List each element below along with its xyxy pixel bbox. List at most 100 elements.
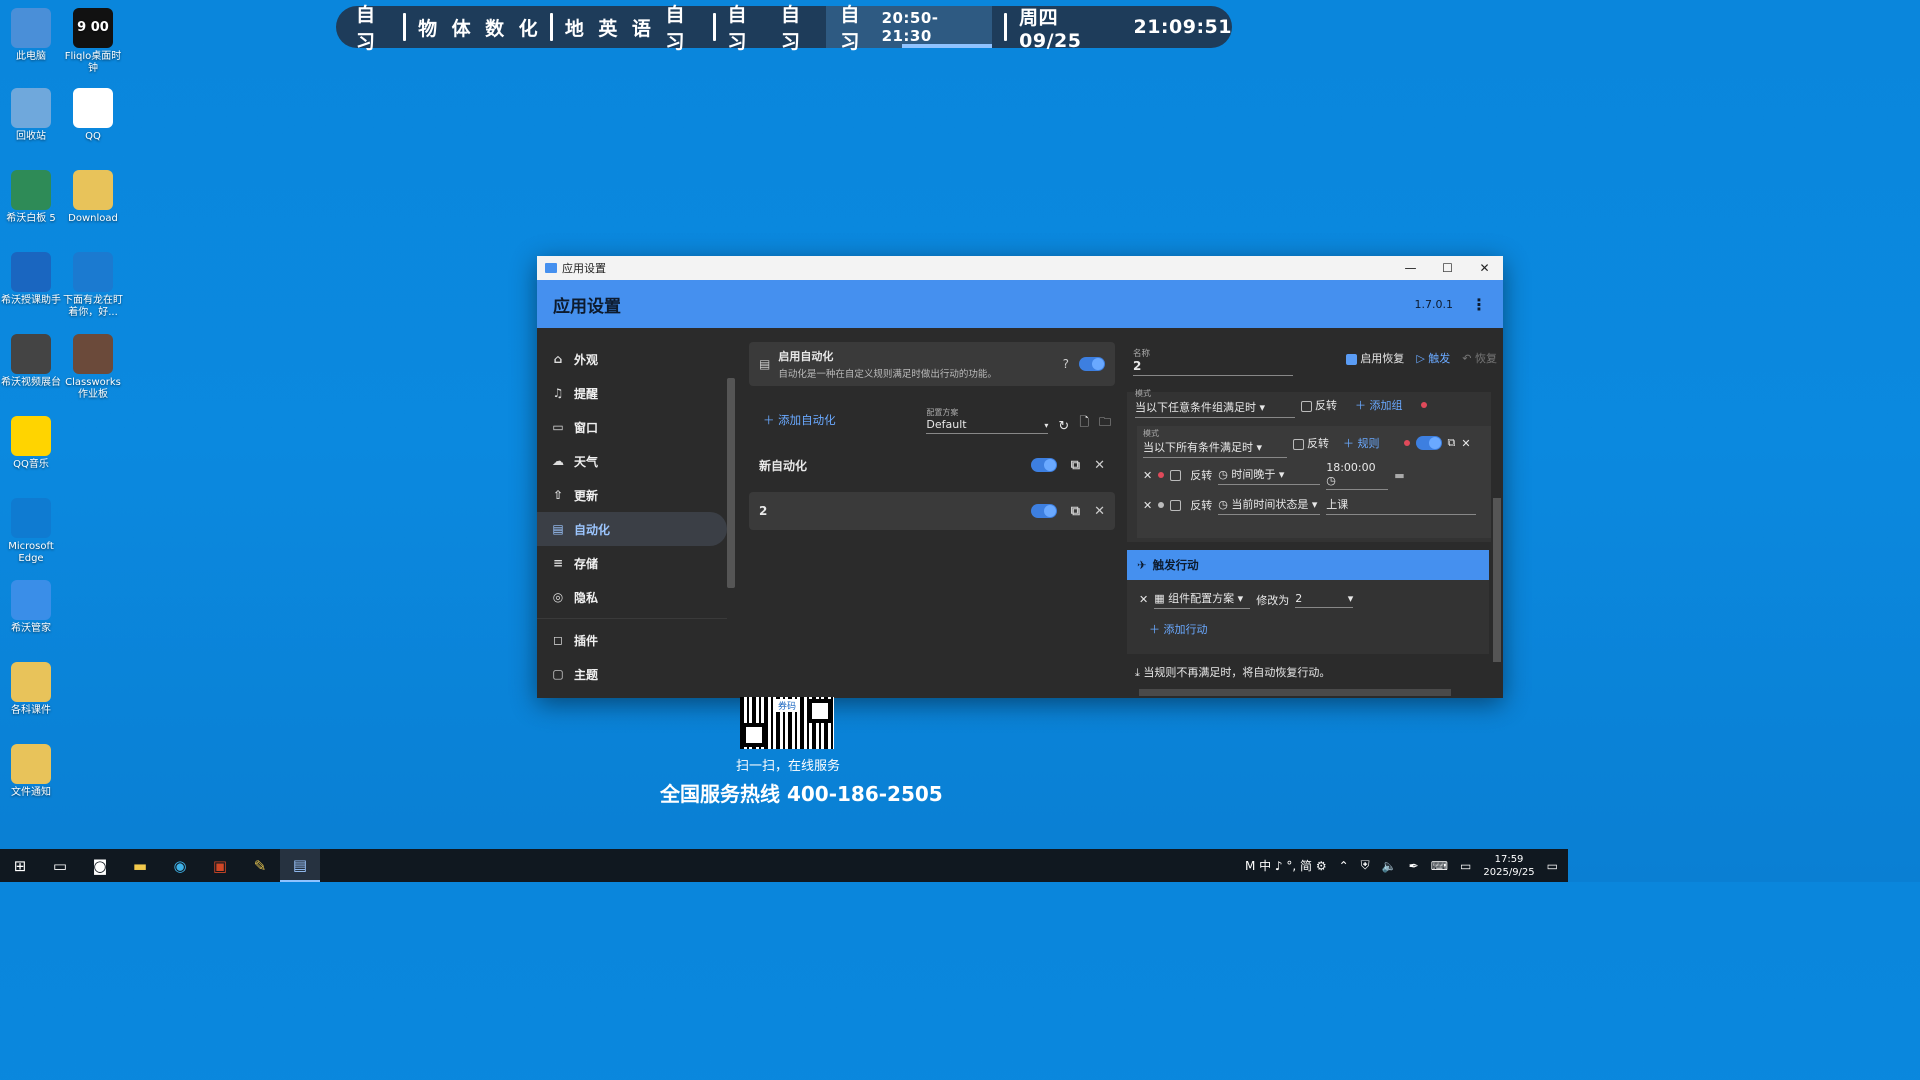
display-icon[interactable]: ▭ — [1460, 859, 1471, 873]
security-icon[interactable]: ⛨ — [1361, 858, 1370, 873]
invert-checkbox[interactable] — [1170, 499, 1182, 511]
qq-music-icon — [11, 416, 51, 456]
powerpoint-icon[interactable]: ▣ — [200, 849, 240, 882]
desktop-icon[interactable]: 9 00 Fliqlo桌面时钟 — [62, 8, 124, 75]
add-group-button[interactable]: ＋ 添加组 — [1355, 397, 1403, 413]
status-dot — [1158, 502, 1165, 508]
action-type-select[interactable]: ▦ 组件配置方案 ▾ — [1154, 590, 1251, 609]
minimize-icon[interactable]: — — [1392, 256, 1429, 280]
qr-badge: 券码 — [776, 699, 799, 712]
whiteboard-app-icon[interactable]: ✎ — [240, 849, 280, 882]
time-input[interactable]: 18:00:00 ◷ — [1326, 461, 1389, 490]
desktop-icon[interactable]: Microsoft Edge — [0, 498, 62, 565]
enable-restore-checkbox[interactable]: 启用恢复 — [1346, 350, 1404, 366]
invert-checkbox[interactable]: 反转 — [1301, 397, 1337, 413]
chevron-up-icon[interactable]: ⌃ — [1339, 859, 1349, 873]
desktop-icon[interactable]: 希沃视频展台 — [0, 334, 62, 389]
remove-action-icon[interactable]: ✕ — [1139, 593, 1148, 606]
start-icon[interactable]: ⊞ — [0, 849, 40, 882]
desktop-icon[interactable]: Download — [62, 170, 124, 225]
desktop-icon[interactable]: 各科课件 — [0, 662, 62, 717]
sidebar-item-automation[interactable]: ▤ 自动化 — [537, 512, 727, 546]
automation-item-selected[interactable]: 2 ⧉ ✕ — [749, 492, 1115, 530]
action-row: ✕ ▦ 组件配置方案 ▾ 修改为 2 ▾ — [1127, 580, 1489, 609]
notification-icon[interactable]: ▭ — [1547, 859, 1558, 873]
delete-icon[interactable]: ✕ — [1461, 437, 1470, 450]
detail-hscrollbar[interactable] — [1127, 686, 1489, 698]
volume-icon[interactable]: 🔈 — [1382, 859, 1397, 873]
desktop-icon[interactable]: 回收站 — [0, 88, 62, 143]
sidebar-item-window[interactable]: ▭ 窗口 — [537, 410, 737, 444]
open-folder-icon[interactable]: 🗀 — [1099, 413, 1111, 434]
automation-name-field[interactable]: 名称 2 — [1133, 347, 1293, 376]
maximize-icon[interactable]: ☐ — [1429, 256, 1466, 280]
time-state-select[interactable]: 上课 — [1326, 496, 1477, 515]
taskbar-clock[interactable]: 17:59 2025/9/25 — [1483, 853, 1534, 879]
desktop-icon[interactable]: 希沃管家 — [0, 580, 62, 635]
refresh-icon[interactable]: ↻ — [1058, 419, 1069, 434]
sidebar-item-appearance[interactable]: ⌂ 外观 — [537, 342, 737, 376]
drag-handle-icon[interactable]: ▬ — [1394, 469, 1404, 482]
close-icon[interactable]: ✕ — [1466, 256, 1503, 280]
desktop-icon[interactable]: 希沃授课助手 — [0, 252, 62, 307]
desktop-icon[interactable]: QQ音乐 — [0, 416, 62, 471]
sidebar-item-reminder[interactable]: ♫ 提醒 — [537, 376, 737, 410]
config-profile-select[interactable]: 配置方案 Default ▾ — [926, 407, 1049, 434]
sidebar-item-theme[interactable]: ▢ 主题 — [537, 657, 737, 691]
group-mode-select[interactable]: 模式 当以下任意条件组满足时 ▾ — [1135, 389, 1295, 418]
settings-app-icon[interactable]: ▤ — [280, 849, 320, 882]
edge-icon[interactable]: ◉ — [160, 849, 200, 882]
more-menu-icon[interactable]: ⋮ — [1471, 295, 1487, 314]
sidebar-item-weather[interactable]: ☁ 天气 — [537, 444, 737, 478]
file-explorer-icon[interactable]: ▬ — [120, 849, 160, 882]
sidebar-scrollbar[interactable] — [727, 334, 735, 698]
sidebar-item-privacy[interactable]: ◎ 隐私 — [537, 580, 737, 614]
sidebar-item-update[interactable]: ⇧ 更新 — [537, 478, 737, 512]
add-action-button[interactable]: ＋ 添加行动 — [1127, 609, 1489, 637]
desktop-icon[interactable]: Classworks作业板 — [62, 334, 124, 401]
add-rule-button[interactable]: ＋ 规则 — [1343, 435, 1380, 451]
automation-item[interactable]: 新自动化 ⧉ ✕ — [749, 446, 1115, 484]
desktop-icon[interactable]: QQ — [62, 88, 124, 143]
delete-icon[interactable]: ✕ — [1094, 458, 1105, 473]
task-view-icon[interactable]: ▭ — [40, 849, 80, 882]
invert-checkbox[interactable] — [1170, 469, 1182, 481]
detail-scrollbar[interactable] — [1491, 392, 1503, 682]
remove-rule-icon[interactable]: ✕ — [1143, 469, 1152, 482]
action-value-select[interactable]: 2 ▾ — [1295, 592, 1354, 608]
scrollbar-thumb[interactable] — [1493, 498, 1501, 662]
sidebar-item-label: 存储 — [574, 556, 599, 571]
add-automation-button[interactable]: ＋ 添加自动化 — [763, 412, 836, 428]
new-file-icon[interactable]: 🗋 — [1079, 413, 1089, 434]
restore-button[interactable]: ↶ 恢复 — [1462, 350, 1497, 366]
group-toggle[interactable] — [1415, 436, 1442, 450]
window-titlebar[interactable]: 应用设置 — ☐ ✕ — [537, 256, 1503, 280]
sub-mode-select[interactable]: 模式 当以下所有条件满足时 ▾ — [1143, 428, 1287, 458]
help-icon[interactable]: ? — [1063, 357, 1069, 371]
rule-condition-select[interactable]: ◷ 时间晚于 ▾ — [1218, 466, 1321, 485]
ime-indicator[interactable]: M 中 ♪ °, 简 ⚙ — [1245, 857, 1327, 874]
sidebar-item-storage[interactable]: ≡ 存储 — [537, 546, 737, 580]
copy-icon[interactable]: ⧉ — [1448, 436, 1456, 450]
pen-icon[interactable]: ✒ — [1409, 859, 1419, 873]
rule-condition-select[interactable]: ◷ 当前时间状态是 ▾ — [1218, 496, 1321, 515]
trigger-button[interactable]: ▷ 触发 — [1416, 350, 1450, 366]
invert-checkbox[interactable]: 反转 — [1293, 435, 1329, 451]
desktop-icon[interactable]: 此电脑 — [0, 8, 62, 63]
copy-icon[interactable]: ⧉ — [1071, 504, 1080, 519]
camera-app-icon[interactable]: ◙ — [80, 849, 120, 882]
automation-toggle[interactable] — [1030, 458, 1057, 472]
scrollbar-thumb[interactable] — [1139, 689, 1451, 696]
enable-automation-toggle[interactable] — [1079, 357, 1105, 371]
scrollbar-thumb[interactable] — [727, 378, 735, 588]
keyboard-icon[interactable]: ⌨ — [1431, 859, 1448, 873]
copy-icon[interactable]: ⧉ — [1071, 458, 1080, 473]
desktop-icon[interactable]: 希沃白板 5 — [0, 170, 62, 225]
qq-icon — [73, 88, 113, 128]
sidebar-item-plugins[interactable]: ◻ 插件 — [537, 623, 737, 657]
automation-toggle[interactable] — [1030, 504, 1057, 518]
delete-icon[interactable]: ✕ — [1094, 504, 1105, 519]
desktop-icon[interactable]: 文件通知 — [0, 744, 62, 799]
remove-rule-icon[interactable]: ✕ — [1143, 499, 1152, 512]
desktop-icon[interactable]: 下面有龙在盯着你，好... — [62, 252, 124, 319]
